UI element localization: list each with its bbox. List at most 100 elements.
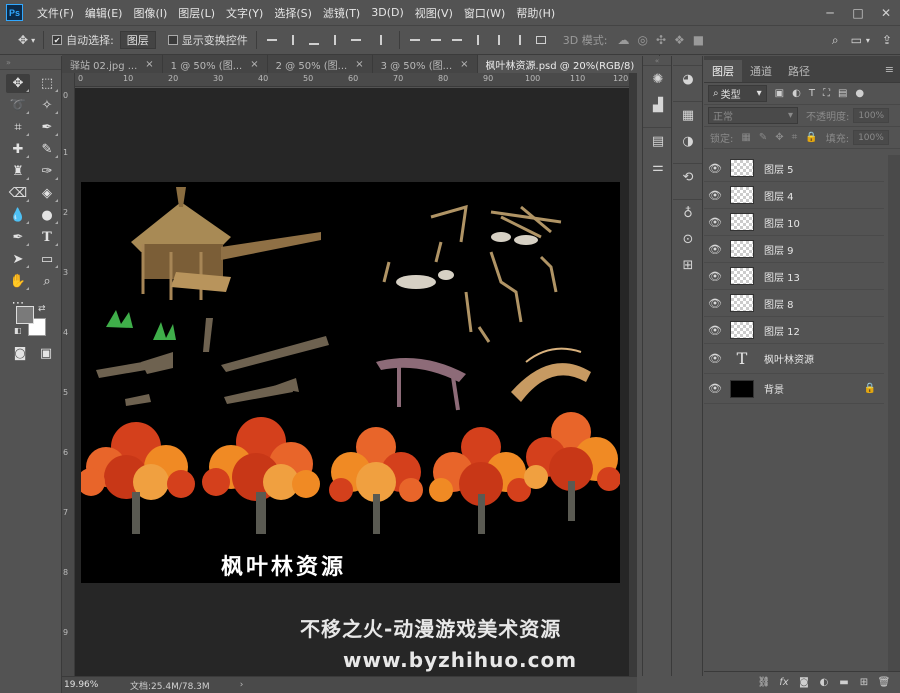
move-tool-icon[interactable]: ✥ [6, 74, 30, 93]
3d-pan-icon[interactable]: ✣ [656, 33, 666, 47]
pen-tool-icon[interactable]: ✒ [6, 228, 30, 247]
3d-scale-icon[interactable]: ■ [693, 33, 704, 47]
layer-row-text[interactable]: 👁 T 枫叶林资源 [704, 344, 884, 374]
lasso-tool-icon[interactable]: ➰ [6, 96, 30, 115]
panel-grip[interactable] [673, 190, 702, 200]
close-icon[interactable]: × [145, 59, 153, 70]
show-transform-checkbox[interactable] [167, 35, 178, 45]
3d-slide-icon[interactable]: ❖ [674, 33, 685, 47]
menu-select[interactable]: 选择(S) [274, 5, 312, 21]
move-tool-icon[interactable]: ✥ [18, 33, 28, 47]
search-icon[interactable]: ⌕ [832, 33, 839, 48]
navigator-icon[interactable]: ✺ [643, 66, 673, 92]
document-canvas[interactable]: 枫叶林资源 [81, 182, 620, 583]
marquee-tool-icon[interactable]: ⬚ [35, 74, 59, 93]
close-icon[interactable]: × [355, 59, 363, 70]
healing-brush-tool-icon[interactable]: ✚ [6, 140, 30, 159]
default-colors-icon[interactable]: ◧ [14, 326, 22, 335]
add-mask-icon[interactable]: ◙ [794, 677, 814, 688]
align-right-icon[interactable] [370, 33, 384, 47]
new-layer-icon[interactable]: ⊞ [854, 677, 874, 688]
doc-tab-active[interactable]: 枫叶林资源.psd @ 20%(RGB/8)× [477, 55, 660, 73]
menu-type[interactable]: 文字(Y) [226, 5, 263, 21]
tab-channels[interactable]: 通道 [742, 60, 780, 82]
align-vertical-center-icon[interactable] [286, 33, 300, 47]
filter-pixel-icon[interactable]: ▣ [775, 88, 784, 99]
3d-orbit-icon[interactable]: ☁ [617, 33, 629, 47]
status-menu-arrow-icon[interactable]: › [240, 680, 244, 690]
layer-row[interactable]: 👁 图层 13 [704, 263, 884, 290]
brush-tool-icon[interactable]: ✎ [35, 140, 59, 159]
screen-mode-icon[interactable]: ▣ [34, 344, 58, 363]
close-button[interactable]: ✕ [872, 0, 900, 25]
tab-paths[interactable]: 路径 [780, 60, 818, 82]
libraries-icon[interactable]: ▦ [673, 102, 703, 128]
layer-row[interactable]: 👁 图层 5 [704, 155, 884, 182]
menu-image[interactable]: 图像(I) [133, 5, 167, 21]
3d-cylinder-icon[interactable]: ⊙ [673, 226, 703, 252]
horizontal-ruler[interactable]: 0 10 20 30 40 50 60 70 80 90 100 110 120 [75, 73, 629, 87]
close-icon[interactable]: × [250, 59, 258, 70]
tab-layers[interactable]: 图层 [704, 60, 742, 82]
layer-row[interactable]: 👁 图层 9 [704, 236, 884, 263]
auto-select-checkbox[interactable]: ✔ [52, 35, 63, 45]
filter-type-icon[interactable]: T [809, 88, 815, 99]
fill-field[interactable]: 100% [853, 130, 889, 145]
eyedropper-tool-icon[interactable]: ✒ [35, 118, 59, 137]
close-icon[interactable]: × [460, 59, 468, 70]
history-icon[interactable]: ⟲ [673, 164, 703, 190]
auto-align-icon[interactable] [534, 33, 548, 47]
type-tool-icon[interactable]: T [35, 228, 59, 247]
filter-toggle-icon[interactable]: ● [855, 88, 864, 99]
layer-filter-select[interactable]: ⌕ 类型 ▾ [708, 85, 767, 102]
histogram-icon[interactable]: ▟ [643, 92, 673, 118]
align-top-icon[interactable] [265, 33, 279, 47]
menu-layer[interactable]: 图层(L) [178, 5, 215, 21]
filter-adjustment-icon[interactable]: ◐ [792, 88, 801, 99]
visibility-eye-icon[interactable]: 👁 [704, 162, 726, 175]
link-layers-icon[interactable]: ⛓ [754, 677, 774, 688]
distribute-hcenter-icon[interactable] [492, 33, 506, 47]
lock-icon[interactable]: 🔒 [864, 383, 876, 394]
eraser-tool-icon[interactable]: ⌫ [6, 184, 30, 203]
clone-stamp-tool-icon[interactable]: ♜ [6, 162, 30, 181]
maximize-button[interactable]: □ [844, 0, 872, 25]
menu-filter[interactable]: 滤镜(T) [323, 5, 360, 21]
blend-mode-select[interactable]: 正常 ▾ [708, 107, 798, 124]
visibility-eye-icon[interactable]: 👁 [704, 324, 726, 337]
doc-tab[interactable]: 3 @ 50% (图... × [372, 55, 478, 73]
align-horizontal-center-icon[interactable] [349, 33, 363, 47]
path-selection-tool-icon[interactable]: ➤ [6, 250, 30, 269]
adjustments-sliders-icon[interactable]: ⚌ [643, 154, 673, 180]
swap-colors-icon[interactable]: ⇄ [38, 304, 46, 314]
align-left-icon[interactable] [328, 33, 342, 47]
panel-grip[interactable]: « [643, 56, 671, 66]
menu-help[interactable]: 帮助(H) [516, 5, 555, 21]
crop-tool-icon[interactable]: ⌗ [6, 118, 30, 137]
opacity-field[interactable]: 100% [853, 108, 890, 123]
delete-layer-trash-icon[interactable]: 🗑 [874, 677, 894, 688]
panel-grip[interactable] [673, 92, 702, 102]
tool-preset-dropdown-icon[interactable]: ▾ [31, 36, 35, 45]
layer-row[interactable]: 👁 图层 10 [704, 209, 884, 236]
rectangle-tool-icon[interactable]: ▭ [35, 250, 59, 269]
canvas-scrollbar[interactable] [629, 73, 637, 676]
lock-image-icon[interactable]: ✎ [759, 132, 767, 143]
dodge-tool-icon[interactable]: ● [35, 206, 59, 225]
doc-tab[interactable]: 驿站 02.jpg ... × [62, 55, 163, 73]
filter-shape-icon[interactable]: ⛶ [823, 88, 830, 99]
visibility-eye-icon[interactable]: 👁 [704, 297, 726, 310]
minimize-button[interactable]: ─ [816, 0, 844, 25]
panel-grip[interactable]: » [0, 56, 61, 70]
paint-bucket-tool-icon[interactable]: ◈ [35, 184, 59, 203]
brush-settings-icon[interactable]: ▤ [643, 128, 673, 154]
visibility-eye-icon[interactable]: 👁 [704, 352, 726, 365]
menu-file[interactable]: 文件(F) [37, 5, 74, 21]
adjustments-icon[interactable]: ◑ [673, 128, 703, 154]
vertical-ruler[interactable]: 0 1 2 3 4 5 6 7 8 9 [62, 73, 75, 676]
distribute-top-icon[interactable] [408, 33, 422, 47]
menu-edit[interactable]: 编辑(E) [85, 5, 123, 21]
distribute-right-icon[interactable] [513, 33, 527, 47]
visibility-eye-icon[interactable]: 👁 [704, 189, 726, 202]
align-bottom-icon[interactable] [307, 33, 321, 47]
